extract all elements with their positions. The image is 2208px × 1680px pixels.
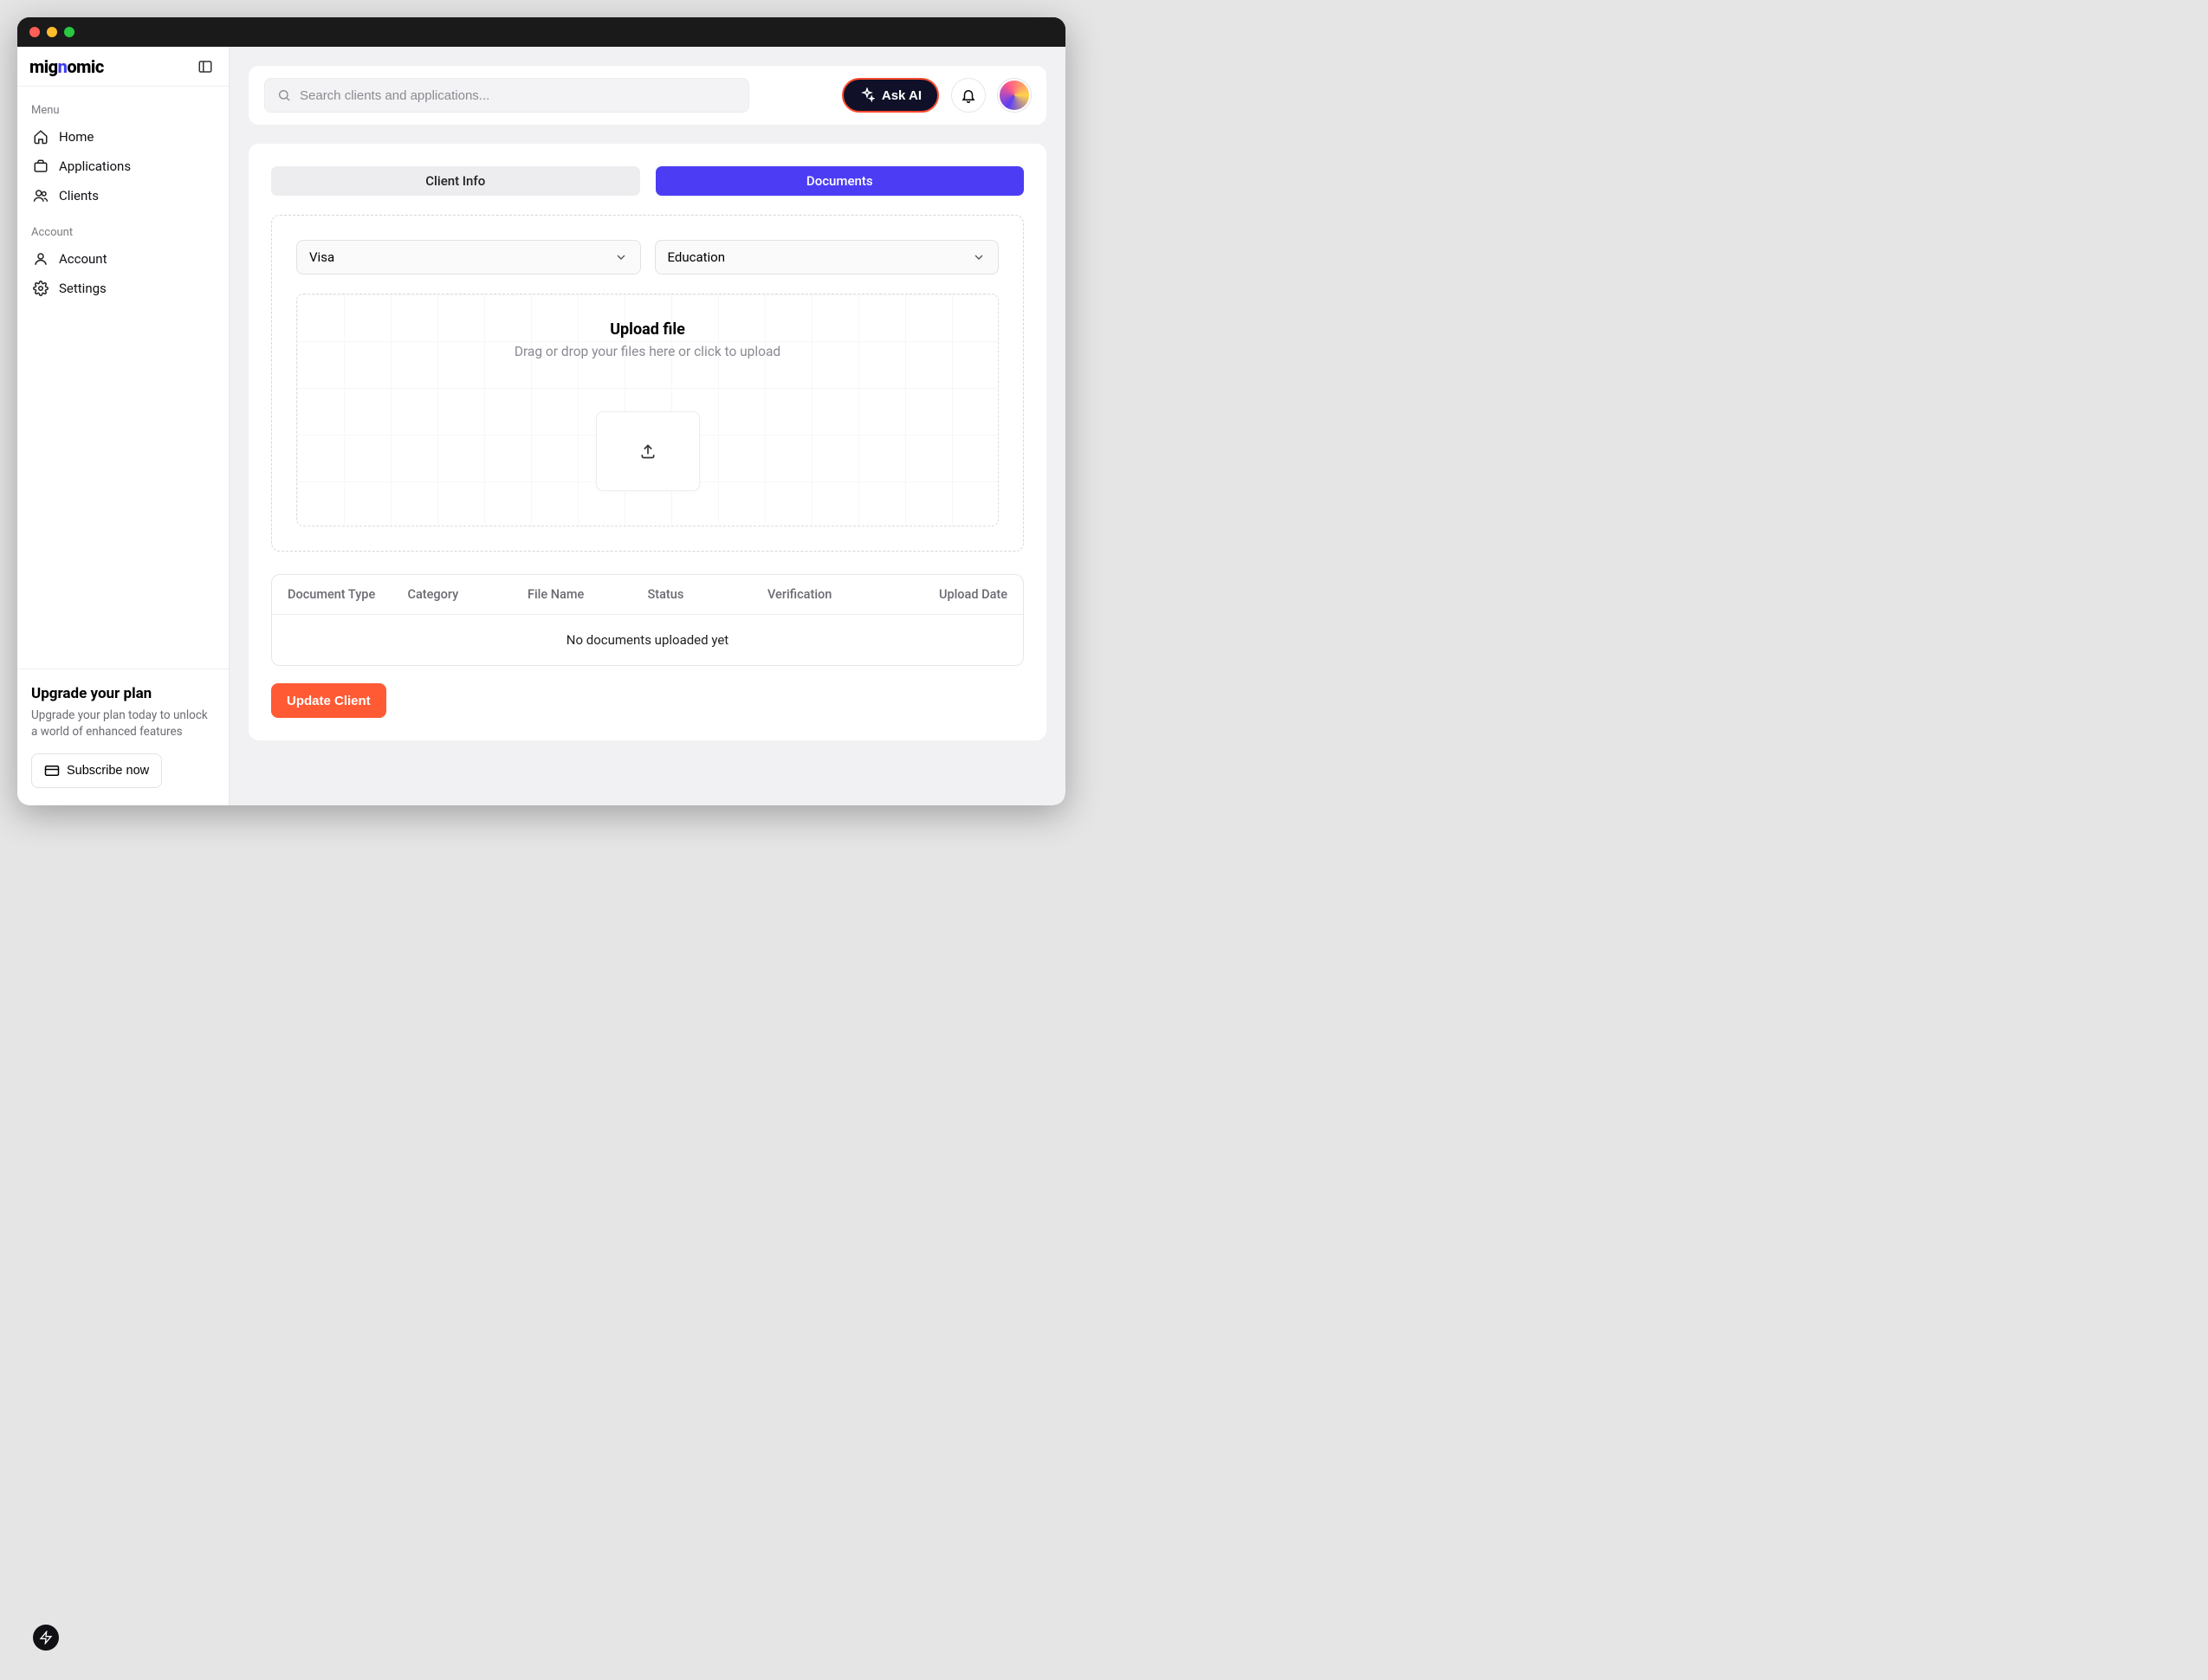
sidebar-item-label: Settings bbox=[59, 281, 107, 296]
user-icon bbox=[33, 251, 49, 267]
sidebar-section-account: Account bbox=[24, 219, 222, 244]
chevron-down-icon bbox=[614, 250, 628, 264]
sidebar-section-menu: Menu bbox=[24, 97, 222, 122]
avatar[interactable] bbox=[998, 79, 1031, 112]
topbar: Ask AI bbox=[249, 66, 1046, 125]
ask-ai-button[interactable]: Ask AI bbox=[842, 78, 939, 113]
users-icon bbox=[33, 188, 49, 204]
th-category: Category bbox=[408, 587, 528, 602]
upload-button[interactable] bbox=[596, 411, 700, 491]
gear-icon bbox=[33, 281, 49, 296]
category-select-value: Visa bbox=[309, 249, 334, 265]
documents-panel: Visa Education Upload file Drag or drop … bbox=[271, 215, 1024, 552]
chevron-down-icon bbox=[972, 250, 986, 264]
upgrade-text: Upgrade your plan today to unlock a worl… bbox=[31, 708, 215, 741]
sidebar-item-label: Home bbox=[59, 129, 94, 145]
sidebar: mignomic Menu Home Applications bbox=[17, 47, 230, 805]
tabs: Client Info Documents bbox=[271, 166, 1024, 196]
search-input[interactable] bbox=[300, 88, 736, 103]
window-close[interactable] bbox=[29, 27, 40, 37]
sidebar-item-applications[interactable]: Applications bbox=[24, 152, 222, 181]
sidebar-item-label: Applications bbox=[59, 158, 131, 174]
sidebar-item-settings[interactable]: Settings bbox=[24, 274, 222, 303]
home-icon bbox=[33, 129, 49, 145]
dropzone-title: Upload file bbox=[314, 320, 981, 339]
th-status: Status bbox=[648, 587, 768, 602]
documents-table: Document Type Category File Name Status … bbox=[271, 574, 1024, 666]
bell-icon bbox=[961, 87, 976, 103]
content-card: Client Info Documents Visa Education bbox=[249, 144, 1046, 740]
sidebar-item-clients[interactable]: Clients bbox=[24, 181, 222, 210]
bolt-icon bbox=[39, 1631, 53, 1644]
table-empty-state: No documents uploaded yet bbox=[272, 615, 1023, 665]
sidebar-upgrade: Upgrade your plan Upgrade your plan toda… bbox=[17, 669, 229, 805]
th-verification: Verification bbox=[767, 587, 888, 602]
main: Ask AI Client Info Documents Visa bbox=[230, 47, 1065, 805]
upgrade-title: Upgrade your plan bbox=[31, 685, 215, 702]
window-zoom[interactable] bbox=[64, 27, 74, 37]
subscribe-button[interactable]: Subscribe now bbox=[31, 753, 162, 788]
sidebar-item-label: Clients bbox=[59, 188, 99, 204]
th-document-type: Document Type bbox=[288, 587, 408, 602]
th-upload-date: Upload Date bbox=[888, 587, 1008, 602]
sidebar-item-home[interactable]: Home bbox=[24, 122, 222, 152]
search-icon bbox=[277, 88, 291, 102]
subcategory-select-value: Education bbox=[668, 249, 726, 265]
sidebar-item-account[interactable]: Account bbox=[24, 244, 222, 274]
quick-action-fab[interactable] bbox=[33, 1625, 59, 1651]
category-select[interactable]: Visa bbox=[296, 240, 641, 275]
briefcase-icon bbox=[33, 158, 49, 174]
panel-left-icon bbox=[197, 59, 213, 74]
app-window: mignomic Menu Home Applications bbox=[17, 17, 1065, 805]
titlebar bbox=[17, 17, 1065, 47]
update-client-button[interactable]: Update Client bbox=[271, 683, 386, 718]
sidebar-toggle[interactable] bbox=[194, 55, 217, 78]
card-icon bbox=[44, 763, 60, 779]
dropzone-subtitle: Drag or drop your files here or click to… bbox=[314, 344, 981, 359]
window-minimize[interactable] bbox=[47, 27, 57, 37]
search-box[interactable] bbox=[264, 78, 749, 113]
subcategory-select[interactable]: Education bbox=[655, 240, 1000, 275]
sparkle-icon bbox=[859, 87, 875, 103]
sidebar-item-label: Account bbox=[59, 251, 107, 267]
tab-documents[interactable]: Documents bbox=[656, 166, 1025, 196]
tab-client-info[interactable]: Client Info bbox=[271, 166, 640, 196]
th-file-name: File Name bbox=[528, 587, 648, 602]
dropzone[interactable]: Upload file Drag or drop your files here… bbox=[296, 294, 999, 527]
brand-logo: mignomic bbox=[29, 56, 104, 77]
upload-icon bbox=[639, 443, 657, 460]
notifications-button[interactable] bbox=[951, 78, 986, 113]
